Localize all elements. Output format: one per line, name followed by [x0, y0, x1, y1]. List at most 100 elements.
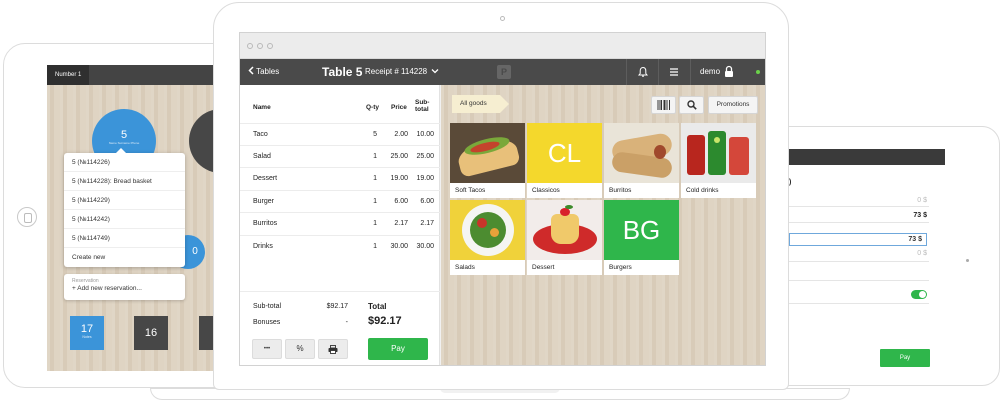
lock-icon[interactable] — [724, 65, 734, 78]
reservation-item[interactable]: 5 (№114229) — [64, 191, 185, 210]
search-icon — [686, 100, 697, 110]
item-subtotal: 2.17 — [420, 220, 434, 227]
total-label: Total — [368, 302, 387, 311]
order-row[interactable]: Burger 1 6.00 6.00 — [240, 190, 440, 212]
header-divider — [690, 59, 691, 85]
item-name: Drinks — [253, 243, 273, 250]
table-caption: Name Surname Phone — [108, 141, 140, 145]
item-qty: 1 — [373, 198, 377, 205]
menu-icon[interactable] — [668, 66, 680, 78]
reservation-item[interactable]: 5 (№114228): Bread basket — [64, 172, 185, 191]
order-row[interactable]: Drinks 1 30.00 30.00 — [240, 235, 440, 257]
order-row[interactable]: Dessert 1 19.00 19.00 — [240, 167, 440, 189]
item-price: 19.00 — [390, 175, 408, 182]
product-tile-cold-drinks[interactable]: Cold drinks — [681, 123, 756, 198]
camera-icon — [500, 16, 505, 21]
home-button-icon — [17, 207, 37, 227]
subtotal-line-2: total — [415, 106, 429, 113]
bell-icon[interactable] — [637, 66, 649, 78]
amount-value: 73 $ — [913, 212, 927, 219]
window-close-icon[interactable] — [247, 43, 253, 49]
printer-icon — [328, 345, 338, 354]
divider — [789, 261, 929, 262]
product-tile-dessert[interactable]: Dessert — [527, 200, 602, 275]
table-16-square[interactable]: 16 — [134, 316, 168, 350]
item-name: Burritos — [253, 220, 278, 227]
product-tile-burritos[interactable]: Burritos — [604, 123, 679, 198]
promotions-button[interactable]: Promotions — [708, 96, 758, 114]
header-divider — [658, 59, 659, 85]
sensor-dot-icon — [966, 259, 969, 262]
print-button[interactable] — [318, 339, 348, 359]
product-tile-soft-tacos[interactable]: Soft Tacos — [450, 123, 525, 198]
product-label: Burgers — [609, 264, 632, 271]
more-options-button[interactable]: ••• — [252, 339, 282, 359]
create-new-item[interactable]: Create new — [64, 248, 185, 267]
poster-logo-icon: P — [497, 65, 511, 79]
item-price: 30.00 — [390, 243, 408, 250]
item-subtotal: 25.00 — [416, 153, 434, 160]
discount-button[interactable]: % — [285, 339, 315, 359]
item-subtotal: 30.00 — [416, 243, 434, 250]
product-tile-burgers[interactable]: BG Burgers — [604, 200, 679, 275]
barcode-button[interactable] — [651, 96, 676, 114]
hall-tab[interactable]: Number 1 — [47, 65, 90, 85]
amount-value: 0 $ — [917, 250, 927, 257]
subtotal-value: $92.17 — [326, 303, 348, 310]
col-header-price: Price — [391, 104, 407, 111]
bonuses-value: - — [345, 319, 348, 326]
item-price: 6.00 — [394, 198, 408, 205]
window-minimize-icon[interactable] — [257, 43, 263, 49]
user-name[interactable]: demo — [700, 59, 720, 85]
option-toggle[interactable] — [911, 290, 927, 299]
order-row[interactable]: Burritos 1 2.17 2.17 — [240, 212, 440, 234]
item-qty: 1 — [373, 153, 377, 160]
header-divider — [626, 59, 627, 85]
col-header-qty: Q-ty — [366, 104, 379, 111]
item-qty: 1 — [373, 220, 377, 227]
chevron-left-icon — [248, 66, 254, 75]
col-header-name: Name — [253, 104, 271, 111]
burritos-photo — [604, 123, 679, 183]
item-subtotal: 6.00 — [420, 198, 434, 205]
table-17-square[interactable]: 17 Notes — [70, 316, 104, 350]
product-tile-classicos[interactable]: CL Classicos — [527, 123, 602, 198]
reservation-item[interactable]: 5 (№114749) — [64, 229, 185, 248]
item-name: Burger — [253, 198, 275, 205]
col-header-subtotal: Sub- total — [415, 99, 429, 113]
add-reservation-link[interactable]: + Add new reservation... — [72, 285, 177, 292]
browser-titlebar — [240, 33, 765, 59]
table-number: 17 — [80, 323, 94, 335]
order-row[interactable]: Salad 1 25.00 25.00 — [240, 145, 440, 167]
online-status-dot — [756, 70, 760, 74]
item-price: 25.00 — [390, 153, 408, 160]
burgers-badge: BG — [604, 200, 679, 260]
product-label: Cold drinks — [686, 187, 719, 194]
reservation-dropdown: 5 (№114226) 5 (№114228): Bread basket 5 … — [64, 148, 185, 267]
back-label: Tables — [256, 67, 280, 76]
product-tile-salads[interactable]: Salads — [450, 200, 525, 275]
marketing-stage: Number 1 5 Name Surname Phone 0 5 (№1142… — [0, 0, 1003, 408]
table-number: 5 — [120, 129, 128, 141]
window-maximize-icon[interactable] — [267, 43, 273, 49]
paren-glyph: ) — [789, 179, 792, 186]
search-button[interactable] — [679, 96, 704, 114]
pay-button[interactable]: Pay — [368, 338, 428, 360]
category-breadcrumb[interactable]: All goods — [452, 95, 509, 113]
salads-photo — [450, 200, 525, 260]
order-panel: Name Q-ty Price Sub- total Taco 5 2.00 1… — [240, 85, 440, 365]
goods-panel: All goods Promotions Soft Tacos CL Class… — [441, 85, 765, 365]
divider — [789, 303, 929, 304]
order-row[interactable]: Taco 5 2.00 10.00 — [240, 123, 440, 145]
pay-button[interactable]: Pay — [880, 349, 930, 367]
receipt-selector[interactable]: Receipt # 114228 — [365, 59, 439, 85]
amount-input[interactable]: 73 $ — [789, 233, 927, 246]
table-caption: Notes — [82, 335, 92, 339]
back-to-tables-button[interactable]: Tables — [248, 59, 279, 85]
subtotal-label: Sub-total — [253, 303, 282, 310]
reservation-item[interactable]: 5 (№114226) — [64, 153, 185, 172]
total-value: $92.17 — [368, 315, 402, 327]
item-name: Taco — [253, 131, 268, 138]
classicos-badge: CL — [527, 123, 602, 183]
reservation-item[interactable]: 5 (№114242) — [64, 210, 185, 229]
